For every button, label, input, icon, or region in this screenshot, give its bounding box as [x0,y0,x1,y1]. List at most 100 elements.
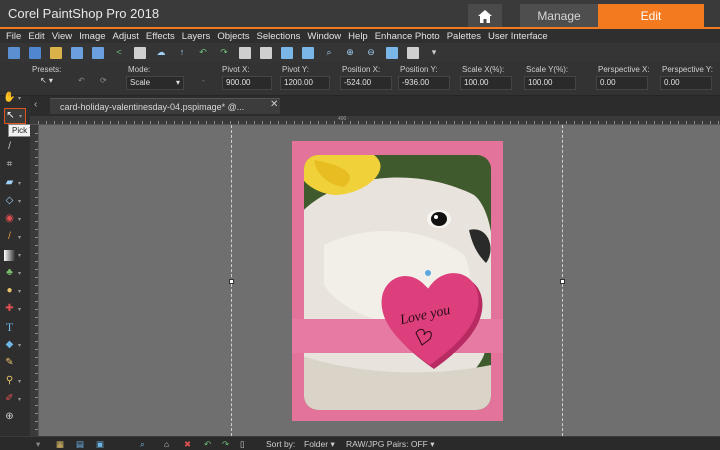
tag-icon[interactable]: ⌂ [164,439,169,449]
cut-icon[interactable] [239,46,251,59]
rotate-left-icon[interactable]: ↶ [204,439,211,450]
menu-file[interactable]: File [6,31,21,42]
straighten-tool[interactable]: ▰ ▾ [4,175,26,191]
color-replacer-tool[interactable]: ✚ ▾ [4,301,26,317]
perspective-y-input[interactable]: 0.00 [660,76,712,90]
chevron-down-icon[interactable]: ▾ [428,47,440,59]
transform-handle-left[interactable] [229,279,234,284]
chevron-left-icon[interactable]: ‹ [34,99,37,110]
pan-tool[interactable]: ✋ ▾ [3,90,26,106]
menu-adjust[interactable]: Adjust [113,31,139,42]
open-folder-icon[interactable] [50,46,62,59]
collapse-icon[interactable]: ▾ [36,439,40,450]
sort-by-dropdown[interactable]: Folder ▾ [304,439,335,450]
menu-objects[interactable]: Objects [217,31,249,42]
ruler-tick [150,121,151,124]
scale-y-input[interactable]: 100.00 [524,76,576,90]
menu-palettes[interactable]: Palettes [447,31,481,42]
menu-edit[interactable]: Edit [28,31,44,42]
sort-by-label: Sort by: [266,439,296,449]
share-icon[interactable]: < [113,47,125,59]
text-tool[interactable]: T [4,319,26,335]
eye-icon: ◉ [5,213,14,224]
fit-window-icon[interactable] [386,46,398,59]
warp-tool[interactable]: ⚲ ▾ [4,373,26,389]
save-as-icon[interactable] [92,46,104,59]
ruler-tick [35,173,38,174]
greeting-card[interactable]: Love you [292,141,503,421]
transform-handle-right[interactable] [560,279,565,284]
pivot-x-label: Pivot X: [222,65,250,74]
home-button[interactable] [468,4,502,28]
zoom-out-icon[interactable]: ⊖ [365,47,377,59]
ruler-tick [134,121,135,124]
presets-dropdown[interactable]: ↖ ▾ [40,76,53,90]
menu-enhance-photo[interactable]: Enhance Photo [375,31,440,42]
zoom-icon[interactable]: ⌕ [323,47,335,59]
menu-view[interactable]: View [52,31,72,42]
grid-view-icon[interactable]: ▦ [56,439,64,450]
hand-icon: ✋ [3,92,16,103]
menu-effects[interactable]: Effects [146,31,175,42]
redo-icon[interactable]: ↷ [218,47,230,59]
delete-icon[interactable]: ✖ [184,439,191,450]
tab-manage[interactable]: Manage [520,4,598,28]
ruler-tick [94,121,95,124]
paste-icon[interactable] [281,46,293,59]
flood-fill-tool[interactable]: ● ▾ [4,283,26,299]
reset-icon[interactable]: ↶ [78,76,85,90]
crop-tool[interactable]: ⌗ [4,157,26,173]
ruler-tick [286,121,287,124]
ruler-tick [710,121,711,124]
paste-layer-icon[interactable] [302,46,314,59]
undo-icon[interactable]: ↶ [197,47,209,59]
copy-icon[interactable] [260,46,272,59]
new-image-icon[interactable] [29,46,41,59]
print-icon[interactable] [134,46,146,59]
close-icon[interactable]: ✕ [270,99,278,110]
cloud-icon[interactable]: ☁ [155,47,167,59]
compare-icon[interactable]: ▯ [240,439,245,450]
image-canvas[interactable]: Love you [39,125,720,436]
ruler-tick [35,181,38,182]
mode-select[interactable]: Scale ▾ [126,76,184,90]
pick-tool[interactable]: ↖ ▾ [4,108,26,124]
rotate-right-icon[interactable]: ↷ [222,439,229,450]
menu-image[interactable]: Image [79,31,105,42]
gradient-tool[interactable]: ▾ [4,247,26,263]
save-icon[interactable] [71,46,83,59]
thumbnail-icon[interactable]: ▣ [96,439,104,450]
apply-icon[interactable]: ⟳ [100,76,107,90]
standard-toolbar: < ☁ ↑ ↶ ↷ ⌕ ⊕ ⊖ ▾ [0,43,720,62]
tab-edit[interactable]: Edit [598,4,704,28]
zoom-in-icon[interactable]: ⊕ [344,47,356,59]
pen-tool[interactable]: ✎ [4,355,26,371]
raw-jpg-pairs-toggle[interactable]: RAW/JPG Pairs: OFF ▾ [346,439,435,450]
perspective-x-input[interactable]: 0.00 [596,76,648,90]
dropper-tool[interactable]: / [4,139,26,155]
upload-icon[interactable]: ↑ [176,47,188,59]
position-y-input[interactable]: -936.00 [398,76,450,90]
document-tab[interactable]: card-holiday-valentinesday-04.pspimage* … [50,98,280,114]
menu-selections[interactable]: Selections [257,31,301,42]
heart-icon[interactable]: Love you [376,267,488,373]
search-icon[interactable]: ⌕ [140,439,145,450]
selection-tool[interactable]: ◇ ▾ [4,193,26,209]
red-eye-tool[interactable]: ◉ ▾ [4,211,26,227]
position-x-input[interactable]: -524.00 [340,76,392,90]
menu-layers[interactable]: Layers [182,31,211,42]
clone-tool[interactable]: ♣ ▾ [4,265,26,281]
add-tool-button[interactable]: ⊕ [4,409,26,425]
list-view-icon[interactable]: ▤ [76,439,84,450]
menu-user-interface[interactable]: User Interface [488,31,548,42]
paint-brush-tool[interactable]: / ▾ [4,229,26,245]
eraser-tool[interactable]: ✐ ▾ [4,391,26,407]
menu-window[interactable]: Window [307,31,341,42]
menu-help[interactable]: Help [348,31,368,42]
new-file-icon[interactable] [8,46,20,59]
scale-x-input[interactable]: 100.00 [460,76,512,90]
shape-tool[interactable]: ◆ ▾ [4,337,26,353]
workspace-icon[interactable] [407,46,419,59]
pivot-y-input[interactable]: 1200.00 [280,76,330,90]
pivot-x-input[interactable]: 900.00 [222,76,272,90]
